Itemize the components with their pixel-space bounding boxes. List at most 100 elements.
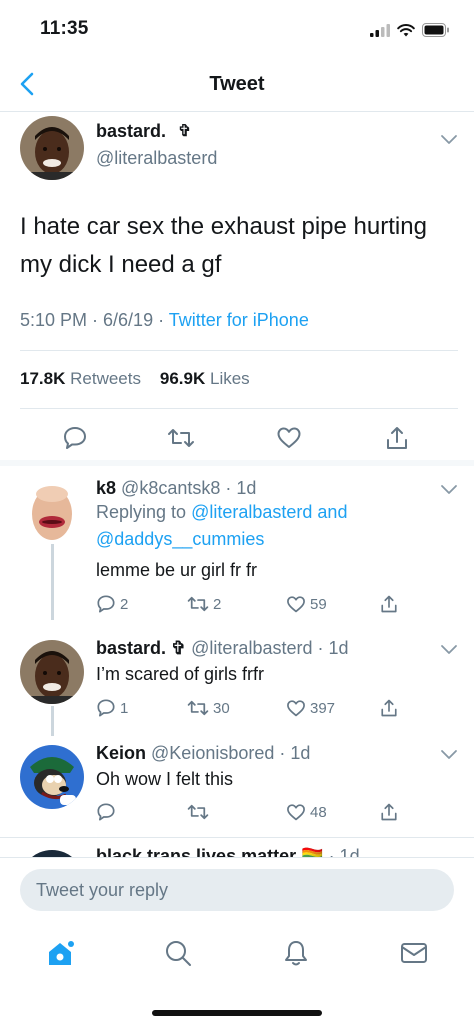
retweet-icon	[187, 596, 209, 612]
status-time: 11:35	[40, 18, 89, 39]
avatar-image	[20, 116, 84, 180]
share-icon	[381, 803, 397, 821]
reply-tweet[interactable]: bastard. ✞ @literalbasterd · 1d I’m scar…	[0, 630, 474, 730]
avatar[interactable]	[20, 850, 84, 857]
reply-time: · 1d	[279, 743, 311, 763]
like-button[interactable]: 397	[286, 697, 335, 719]
author-handle[interactable]: @k8cantsk8	[121, 478, 220, 498]
tab-notifications[interactable]	[280, 937, 312, 969]
home-indicator	[152, 1010, 322, 1016]
like-button[interactable]	[275, 424, 303, 452]
tab-messages[interactable]	[398, 937, 430, 969]
reply-count: 1	[120, 699, 129, 717]
reply-icon	[97, 699, 115, 717]
reply-tweet[interactable]: k8 @k8cantsk8 · 1d Replying to @literalb…	[0, 466, 474, 630]
tweet-actions	[0, 418, 474, 458]
notifications-icon	[285, 941, 307, 966]
likes-stat[interactable]: 96.9K Likes	[160, 369, 250, 388]
tweet-text: I hate car sex the exhaust pipe hurting …	[20, 213, 427, 278]
avatar-image	[20, 640, 84, 704]
retweet-button[interactable]: 2	[187, 593, 221, 615]
like-button[interactable]: 59	[286, 593, 327, 615]
like-button[interactable]: 48	[286, 801, 327, 823]
retweet-button[interactable]	[167, 424, 195, 452]
like-icon	[287, 595, 305, 612]
reply-input[interactable]: Tweet your reply	[20, 869, 454, 911]
reply-header: bastard. ✞ @literalbasterd · 1d	[96, 638, 349, 659]
reply-tweet[interactable]: Keion @Keionisbored · 1d Oh wow I felt t…	[0, 733, 474, 837]
reply-button[interactable]: 2	[96, 593, 128, 615]
nav-bar: Tweet	[0, 56, 474, 112]
author-handle[interactable]: @literalbasterd	[96, 148, 217, 169]
like-count: 397	[310, 699, 336, 717]
tab-search[interactable]	[162, 937, 194, 969]
reply-text: I’m scared of girls frfr	[96, 664, 265, 684]
share-button[interactable]	[380, 801, 398, 823]
reply-actions: 2 2 59	[96, 593, 416, 615]
reply-header: black trans lives matter 🏳️‍🌈 · 1d	[96, 846, 360, 857]
share-button[interactable]	[383, 424, 411, 452]
retweet-button[interactable]: 30	[187, 697, 230, 719]
page-title: Tweet	[209, 73, 265, 95]
retweet-count: 30	[213, 699, 230, 717]
tab-bar	[0, 925, 474, 985]
retweets-stat[interactable]: 17.8K Retweets	[20, 369, 141, 388]
author-handle[interactable]: @Keionisbored	[151, 743, 274, 763]
avatar-image	[20, 745, 84, 809]
author-handle[interactable]: @literalbasterd	[191, 638, 312, 658]
tweet-source-link[interactable]: Twitter for iPhone	[169, 310, 309, 330]
author-name[interactable]: k8	[96, 478, 116, 498]
status-bar: 11:35	[0, 0, 474, 56]
share-button[interactable]	[380, 593, 398, 615]
avatar[interactable]	[20, 480, 84, 544]
reply-text: lemme be ur girl fr fr	[96, 560, 258, 580]
reply-header: k8 @k8cantsk8 · 1d	[96, 478, 256, 499]
reply-actions: 48	[96, 801, 416, 823]
avatar[interactable]	[20, 116, 84, 180]
status-icons	[370, 22, 450, 38]
chevron-down-icon[interactable]	[440, 644, 458, 656]
share-icon	[381, 699, 397, 717]
chevron-down-icon[interactable]	[440, 749, 458, 761]
avatar[interactable]	[20, 745, 84, 809]
author-name[interactable]: Keion	[96, 743, 146, 763]
share-icon	[387, 427, 407, 449]
name-glyph: ✞	[178, 123, 192, 140]
mention-link[interactable]: @daddys__cummies	[96, 529, 264, 549]
chevron-down-icon[interactable]	[440, 484, 458, 496]
reply-icon	[97, 595, 115, 613]
reply-button[interactable]	[96, 801, 120, 823]
retweet-icon	[168, 429, 194, 447]
avatar[interactable]	[20, 640, 84, 704]
reply-time: · 1d	[317, 638, 349, 658]
name-emoji: 🏳️‍🌈	[301, 846, 324, 857]
reply-text: Oh wow I felt this	[96, 769, 234, 789]
name-glyph: ✞	[171, 638, 187, 658]
reply-tweet[interactable]: black trans lives matter 🏳️‍🌈 · 1d	[0, 838, 474, 857]
battery-icon	[422, 23, 449, 37]
mention-link[interactable]: @literalbasterd	[191, 502, 312, 522]
author-name[interactable]: black trans lives matter	[96, 846, 296, 857]
share-icon	[381, 595, 397, 613]
tab-home[interactable]	[44, 937, 76, 969]
tweet-time: 5:10 PM · 6/6/19 ·	[20, 310, 165, 330]
author-name[interactable]: bastard.	[96, 638, 166, 658]
author-name[interactable]: bastard.	[96, 121, 166, 142]
like-count: 59	[310, 595, 327, 613]
replying-to: Replying to @literalbasterd and @daddys_…	[96, 502, 348, 549]
reply-time: · 1d	[225, 478, 257, 498]
share-button[interactable]	[380, 697, 398, 719]
retweet-button[interactable]	[187, 801, 213, 823]
messages-icon	[401, 943, 427, 963]
home-icon	[49, 941, 74, 965]
chevron-down-icon[interactable]	[440, 134, 458, 146]
tweet-meta: 5:10 PM · 6/6/19 · Twitter for iPhone	[20, 310, 309, 331]
retweet-count: 2	[213, 595, 222, 613]
reply-icon	[64, 427, 86, 449]
reply-button[interactable]	[61, 424, 89, 452]
retweet-icon	[187, 700, 209, 716]
reply-actions: 1 30 397	[96, 697, 416, 719]
reply-time: · 1d	[328, 846, 360, 857]
reply-button[interactable]: 1	[96, 697, 128, 719]
avatar-image	[20, 480, 84, 544]
